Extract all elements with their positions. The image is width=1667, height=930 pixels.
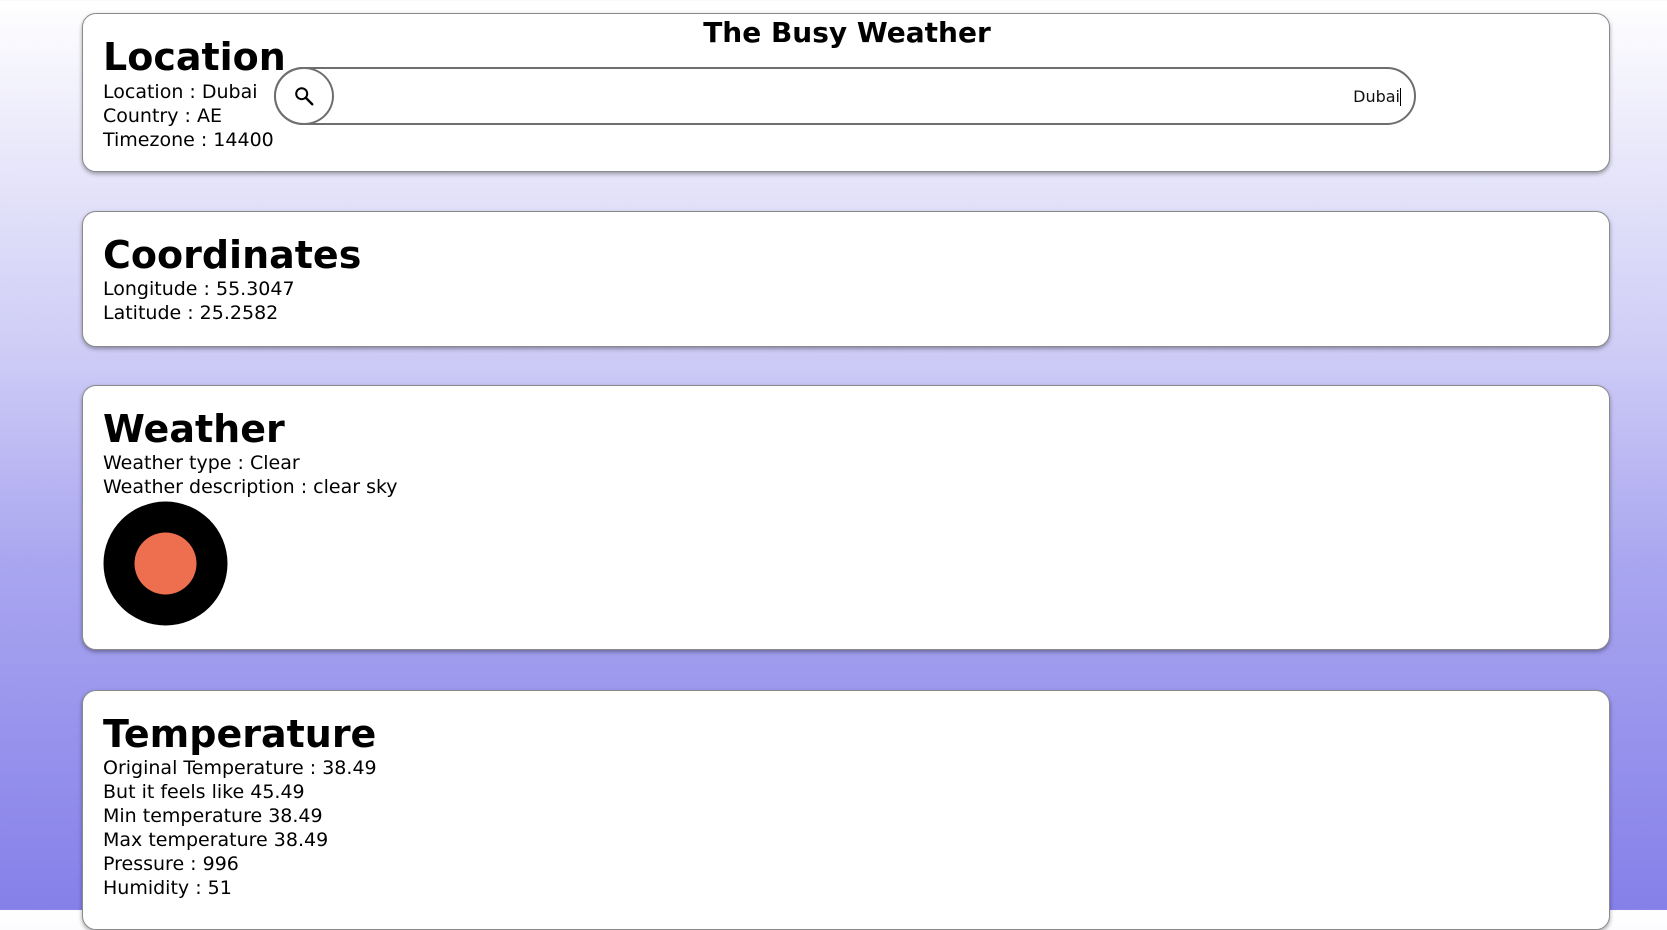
pressure-value: Pressure : 996 (103, 853, 239, 875)
max-temperature: Max temperature 38.49 (103, 829, 329, 851)
search-button[interactable] (274, 67, 334, 125)
location-heading: Location (103, 35, 286, 79)
longitude-value: Longitude : 55.3047 (103, 278, 295, 300)
location-card: The Busy Weather Location Location : Dub… (82, 13, 1610, 172)
latitude-value: Latitude : 25.2582 (103, 302, 279, 324)
temperature-details: Original Temperature : 38.49 But it feel… (103, 756, 377, 900)
temperature-card: Temperature Original Temperature : 38.49… (82, 690, 1610, 930)
app-title: The Busy Weather (703, 16, 991, 49)
location-country: Country : AE (103, 105, 222, 127)
original-temperature: Original Temperature : 38.49 (103, 757, 377, 779)
search-input[interactable] (338, 69, 1400, 123)
weather-type: Weather type : Clear (103, 452, 300, 474)
weather-details: Weather type : Clear Weather description… (103, 451, 398, 499)
temperature-heading: Temperature (103, 712, 377, 756)
coordinates-card: Coordinates Longitude : 55.3047 Latitude… (82, 211, 1610, 347)
search-bar (274, 67, 1416, 125)
search-icon (295, 87, 314, 106)
location-timezone: Timezone : 14400 (103, 129, 274, 151)
text-caret (1400, 88, 1401, 106)
humidity-value: Humidity : 51 (103, 877, 232, 899)
weather-card: Weather Weather type : Clear Weather des… (82, 385, 1610, 650)
weather-heading: Weather (103, 407, 285, 451)
min-temperature: Min temperature 38.49 (103, 805, 323, 827)
feels-like-temperature: But it feels like 45.49 (103, 781, 305, 803)
weather-description: Weather description : clear sky (103, 476, 398, 498)
clear-sky-sun-icon (103, 501, 228, 626)
location-name: Location : Dubai (103, 81, 258, 103)
coordinates-details: Longitude : 55.3047 Latitude : 25.2582 (103, 277, 295, 325)
location-details: Location : Dubai Country : AE Timezone :… (103, 80, 274, 152)
coordinates-heading: Coordinates (103, 233, 362, 277)
